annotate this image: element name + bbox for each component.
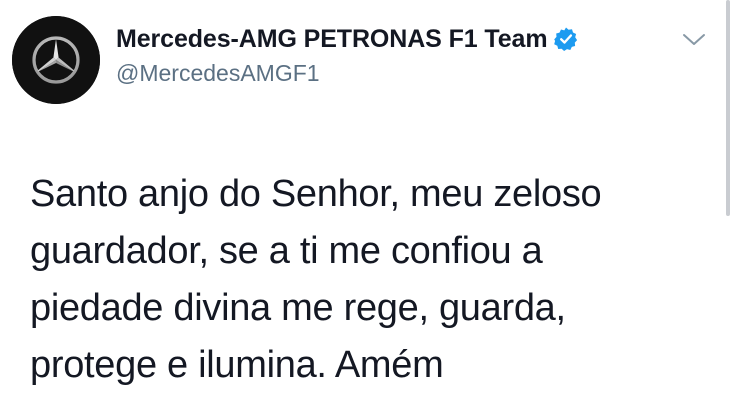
scrollbar[interactable] [726,0,730,216]
tweet-card: Mercedes-AMG PETRONAS F1 Team @MercedesA… [0,0,736,413]
tweet-text: Santo anjo do Senhor, meu zeloso guardad… [30,173,602,386]
chevron-down-icon[interactable] [681,30,707,50]
verified-badge-icon [553,26,579,52]
mercedes-star-logo [12,16,100,104]
user-handle[interactable]: @MercedesAMGF1 [116,60,320,87]
avatar[interactable] [12,16,100,104]
display-name[interactable]: Mercedes-AMG PETRONAS F1 Team [116,25,548,54]
author-name-row: Mercedes-AMG PETRONAS F1 Team [116,24,579,54]
